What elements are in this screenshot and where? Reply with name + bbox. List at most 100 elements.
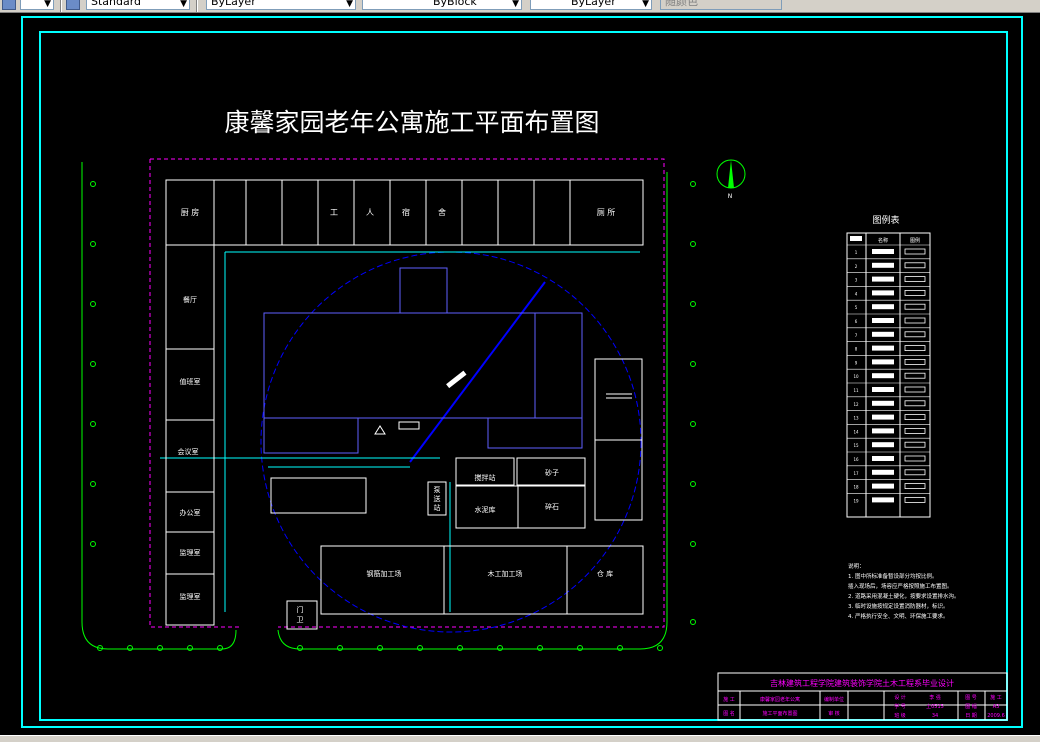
legend-symbol-icon <box>904 414 926 421</box>
tb-r3c6: 日 期 <box>965 713 977 719</box>
note-line: 说明： <box>848 562 865 570</box>
legend-row-number: 19 <box>853 498 859 503</box>
note-line: 4. 严格执行安全、文明、环保施工要求。 <box>848 612 949 620</box>
label-gate-1: 门 <box>297 605 304 614</box>
label-warehouse: 仓 库 <box>597 569 613 578</box>
legend-symbol-icon <box>904 400 926 407</box>
legend-row-number: 18 <box>853 485 859 490</box>
tb-r2c6: 图 幅 <box>965 703 977 710</box>
legend-row-number: 15 <box>853 443 859 448</box>
toolbar-separator <box>60 0 62 12</box>
tb-r1c4: 设 计 <box>894 694 906 701</box>
tb-r3c4: 学 号 <box>894 703 906 710</box>
legend-name-swatch <box>872 373 894 379</box>
text-style-value: Standard <box>91 0 142 8</box>
legend-name-swatch <box>872 249 894 254</box>
room-worker-1: 工 <box>330 208 338 217</box>
note-line: 1. 图中所标准备暂设部分均按比例。 <box>848 572 938 580</box>
room-duty: 值班室 <box>180 377 201 386</box>
legend-name-swatch <box>872 414 894 420</box>
legend-row-number: 6 <box>855 319 858 324</box>
legend-symbol-icon <box>904 469 926 476</box>
legend-row-number: 5 <box>855 305 858 310</box>
legend-symbol-icon <box>904 372 926 379</box>
legend-symbol-icon <box>904 441 926 448</box>
text-style-combo[interactable]: Standard ▼ <box>86 0 190 10</box>
drawing-canvas[interactable]: 康馨家园老年公寓施工平面布置图 N 厨 房 工 人 宿 舍 厕 所 餐厅 值班室… <box>0 12 1040 735</box>
chevron-down-icon: ▼ <box>180 0 187 9</box>
color-value: ByLayer <box>211 0 256 8</box>
legend-row-number: 13 <box>853 416 859 421</box>
legend-name-swatch <box>872 469 894 475</box>
site-fence <box>149 158 665 628</box>
legend-header: 名称 图例 <box>850 236 920 244</box>
legend-symbol-icon <box>904 276 926 283</box>
legend-symbol-icon <box>904 345 926 352</box>
legend-row-number: 3 <box>855 278 858 283</box>
room-kitchen-left: 厨 房 <box>181 207 200 217</box>
legend-name-swatch <box>872 428 894 434</box>
legend-symbol-icon <box>904 331 926 338</box>
legend-row-number: 7 <box>855 333 858 338</box>
notes-block: 说明： 1. 图中所标准备暂设部分均按比例。 插入现场后，场容应严格按照施工布置… <box>848 562 960 620</box>
label-mixer: 搅拌站 <box>475 473 496 482</box>
label-cement: 水泥库 <box>475 505 496 514</box>
legend-row-number: 14 <box>853 429 859 434</box>
legend-symbol-icon <box>904 483 926 490</box>
tower-crane-body <box>446 370 467 389</box>
legend-symbol-icon <box>904 386 926 393</box>
tb-r3c5: 土0515 <box>926 703 944 710</box>
legend-symbol-icon <box>904 289 926 296</box>
legend-name-swatch <box>872 456 894 461</box>
drawing-svg[interactable]: 康馨家园老年公寓施工平面布置图 N 厨 房 工 人 宿 舍 厕 所 餐厅 值班室… <box>0 12 1040 735</box>
tb-r2c3: 施工平面布置图 <box>762 710 797 717</box>
linetype-combo[interactable]: ByBlock ▼ <box>362 0 522 10</box>
text-style-icon[interactable] <box>2 0 16 10</box>
tb-r1c5: 李 强 <box>929 694 941 701</box>
legend-name-swatch <box>872 290 894 296</box>
room-office-2: 监理室 <box>180 548 201 557</box>
legend-name-swatch <box>872 262 894 268</box>
legend-name-swatch <box>872 318 894 323</box>
legend-row-number: 2 <box>855 264 858 269</box>
legend-row-number: 1 <box>855 250 858 255</box>
legend-symbol-icon <box>904 427 926 434</box>
legend-name-swatch <box>872 400 894 406</box>
legend-row-number: 8 <box>855 347 858 352</box>
tb-r2c1: 图 名 <box>723 710 735 717</box>
tb-r4c4: 班 级 <box>894 712 906 719</box>
legend-symbol-icon <box>904 303 926 310</box>
right-structures <box>594 358 643 521</box>
mixing-station <box>270 457 586 529</box>
legend-name-swatch <box>872 304 894 310</box>
note-line: 3. 临时设施按规定设置消防器材，标识。 <box>848 602 949 610</box>
lineweight-combo[interactable]: ByLayer ▼ <box>530 0 652 10</box>
text-style-dropdown[interactable]: ▼ <box>20 0 54 10</box>
chevron-down-icon: ▼ <box>642 0 649 9</box>
legend-row-number: 17 <box>853 471 859 476</box>
legend-title: 图例表 <box>872 214 899 226</box>
crane-base-icon <box>374 425 386 435</box>
room-toilet: 厕 所 <box>597 207 616 217</box>
lineweight-value: ByLayer <box>571 0 616 8</box>
tower-crane-radius <box>260 251 642 633</box>
title-block: 吉林建筑工程学院建筑装饰学院土木工程系毕业设计 施 工 康馨家园老年公寓 编制单… <box>717 672 1008 721</box>
plotstyle-value: 随颜色 <box>665 0 698 8</box>
plotstyle-combo: 随颜色 <box>660 0 782 10</box>
legend-symbol-icon <box>904 358 926 365</box>
label-stone: 碎石 <box>545 502 559 511</box>
chevron-down-icon: ▼ <box>44 0 51 9</box>
tb-r1c6: 图 号 <box>965 695 977 701</box>
dimstyle-icon[interactable] <box>66 0 80 10</box>
legend-symbol-icon <box>904 248 926 255</box>
legend-row-number: 12 <box>853 402 859 407</box>
legend-name-swatch <box>872 359 894 365</box>
color-combo[interactable]: ByLayer ▼ <box>206 0 356 10</box>
note-line: 2. 道路采用混凝土硬化，按要求设置排水沟。 <box>848 592 960 600</box>
tb-r1c1: 施 工 <box>723 696 735 703</box>
room-meeting: 会议室 <box>178 447 199 456</box>
legend-name-swatch <box>872 345 894 351</box>
tb-r1c7: 施 工 <box>990 694 1002 701</box>
north-arrow-icon: N <box>716 159 746 200</box>
label-sand: 砂子 <box>545 468 559 477</box>
